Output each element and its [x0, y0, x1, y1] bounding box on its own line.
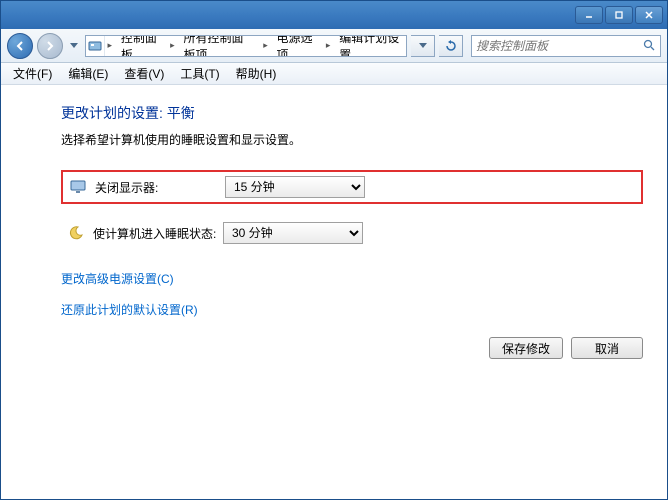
menu-view[interactable]: 查看(V) — [116, 63, 172, 84]
close-button[interactable] — [635, 6, 663, 24]
breadcrumb-sep[interactable]: ▸ — [260, 36, 270, 56]
breadcrumb-sep[interactable]: ▸ — [167, 36, 177, 56]
history-dropdown[interactable] — [67, 36, 81, 56]
address-bar: ▸ 控制面板 ▸ 所有控制面板项 ▸ 电源选项 ▸ 编辑计划设置 — [85, 35, 407, 57]
menu-file[interactable]: 文件(F) — [5, 63, 60, 84]
breadcrumb-item[interactable]: 控制面板 — [115, 36, 168, 56]
search-icon[interactable] — [638, 39, 660, 52]
breadcrumb-item[interactable]: 所有控制面板项 — [178, 36, 261, 56]
cancel-button[interactable]: 取消 — [571, 337, 643, 359]
minimize-button[interactable] — [575, 6, 603, 24]
titlebar — [1, 1, 667, 29]
sleep-select[interactable]: 30 分钟 — [223, 222, 363, 244]
setting-label: 关闭显示器: — [95, 179, 225, 196]
setting-sleep: 使计算机进入睡眠状态: 30 分钟 — [61, 216, 643, 250]
breadcrumb-item[interactable]: 编辑计划设置 — [333, 36, 406, 56]
setting-display-off: 关闭显示器: 15 分钟 — [61, 170, 643, 204]
display-off-select[interactable]: 15 分钟 — [225, 176, 365, 198]
forward-button[interactable] — [37, 33, 63, 59]
menubar: 文件(F) 编辑(E) 查看(V) 工具(T) 帮助(H) — [1, 63, 667, 85]
page-subtext: 选择希望计算机使用的睡眠设置和显示设置。 — [61, 131, 643, 148]
search-box[interactable] — [471, 35, 661, 57]
monitor-icon — [69, 178, 87, 196]
breadcrumb-sep[interactable]: ▸ — [105, 36, 115, 56]
menu-edit[interactable]: 编辑(E) — [60, 63, 116, 84]
menu-tools[interactable]: 工具(T) — [172, 63, 227, 84]
moon-icon — [67, 224, 85, 242]
page-title: 更改计划的设置: 平衡 — [61, 103, 643, 123]
control-panel-icon — [86, 36, 105, 56]
navbar: ▸ 控制面板 ▸ 所有控制面板项 ▸ 电源选项 ▸ 编辑计划设置 — [1, 29, 667, 63]
refresh-button[interactable] — [439, 35, 463, 57]
back-button[interactable] — [7, 33, 33, 59]
search-input[interactable] — [472, 39, 638, 53]
address-dropdown[interactable] — [411, 35, 435, 57]
link-restore-defaults[interactable]: 还原此计划的默认设置(R) — [61, 301, 643, 318]
breadcrumb-item[interactable]: 电源选项 — [271, 36, 324, 56]
menu-help[interactable]: 帮助(H) — [228, 63, 285, 84]
content-area: 更改计划的设置: 平衡 选择希望计算机使用的睡眠设置和显示设置。 关闭显示器: … — [1, 85, 667, 499]
save-button[interactable]: 保存修改 — [489, 337, 563, 359]
setting-label: 使计算机进入睡眠状态: — [93, 225, 223, 242]
breadcrumb-sep[interactable]: ▸ — [323, 36, 333, 56]
maximize-button[interactable] — [605, 6, 633, 24]
link-advanced-power[interactable]: 更改高级电源设置(C) — [61, 270, 643, 287]
